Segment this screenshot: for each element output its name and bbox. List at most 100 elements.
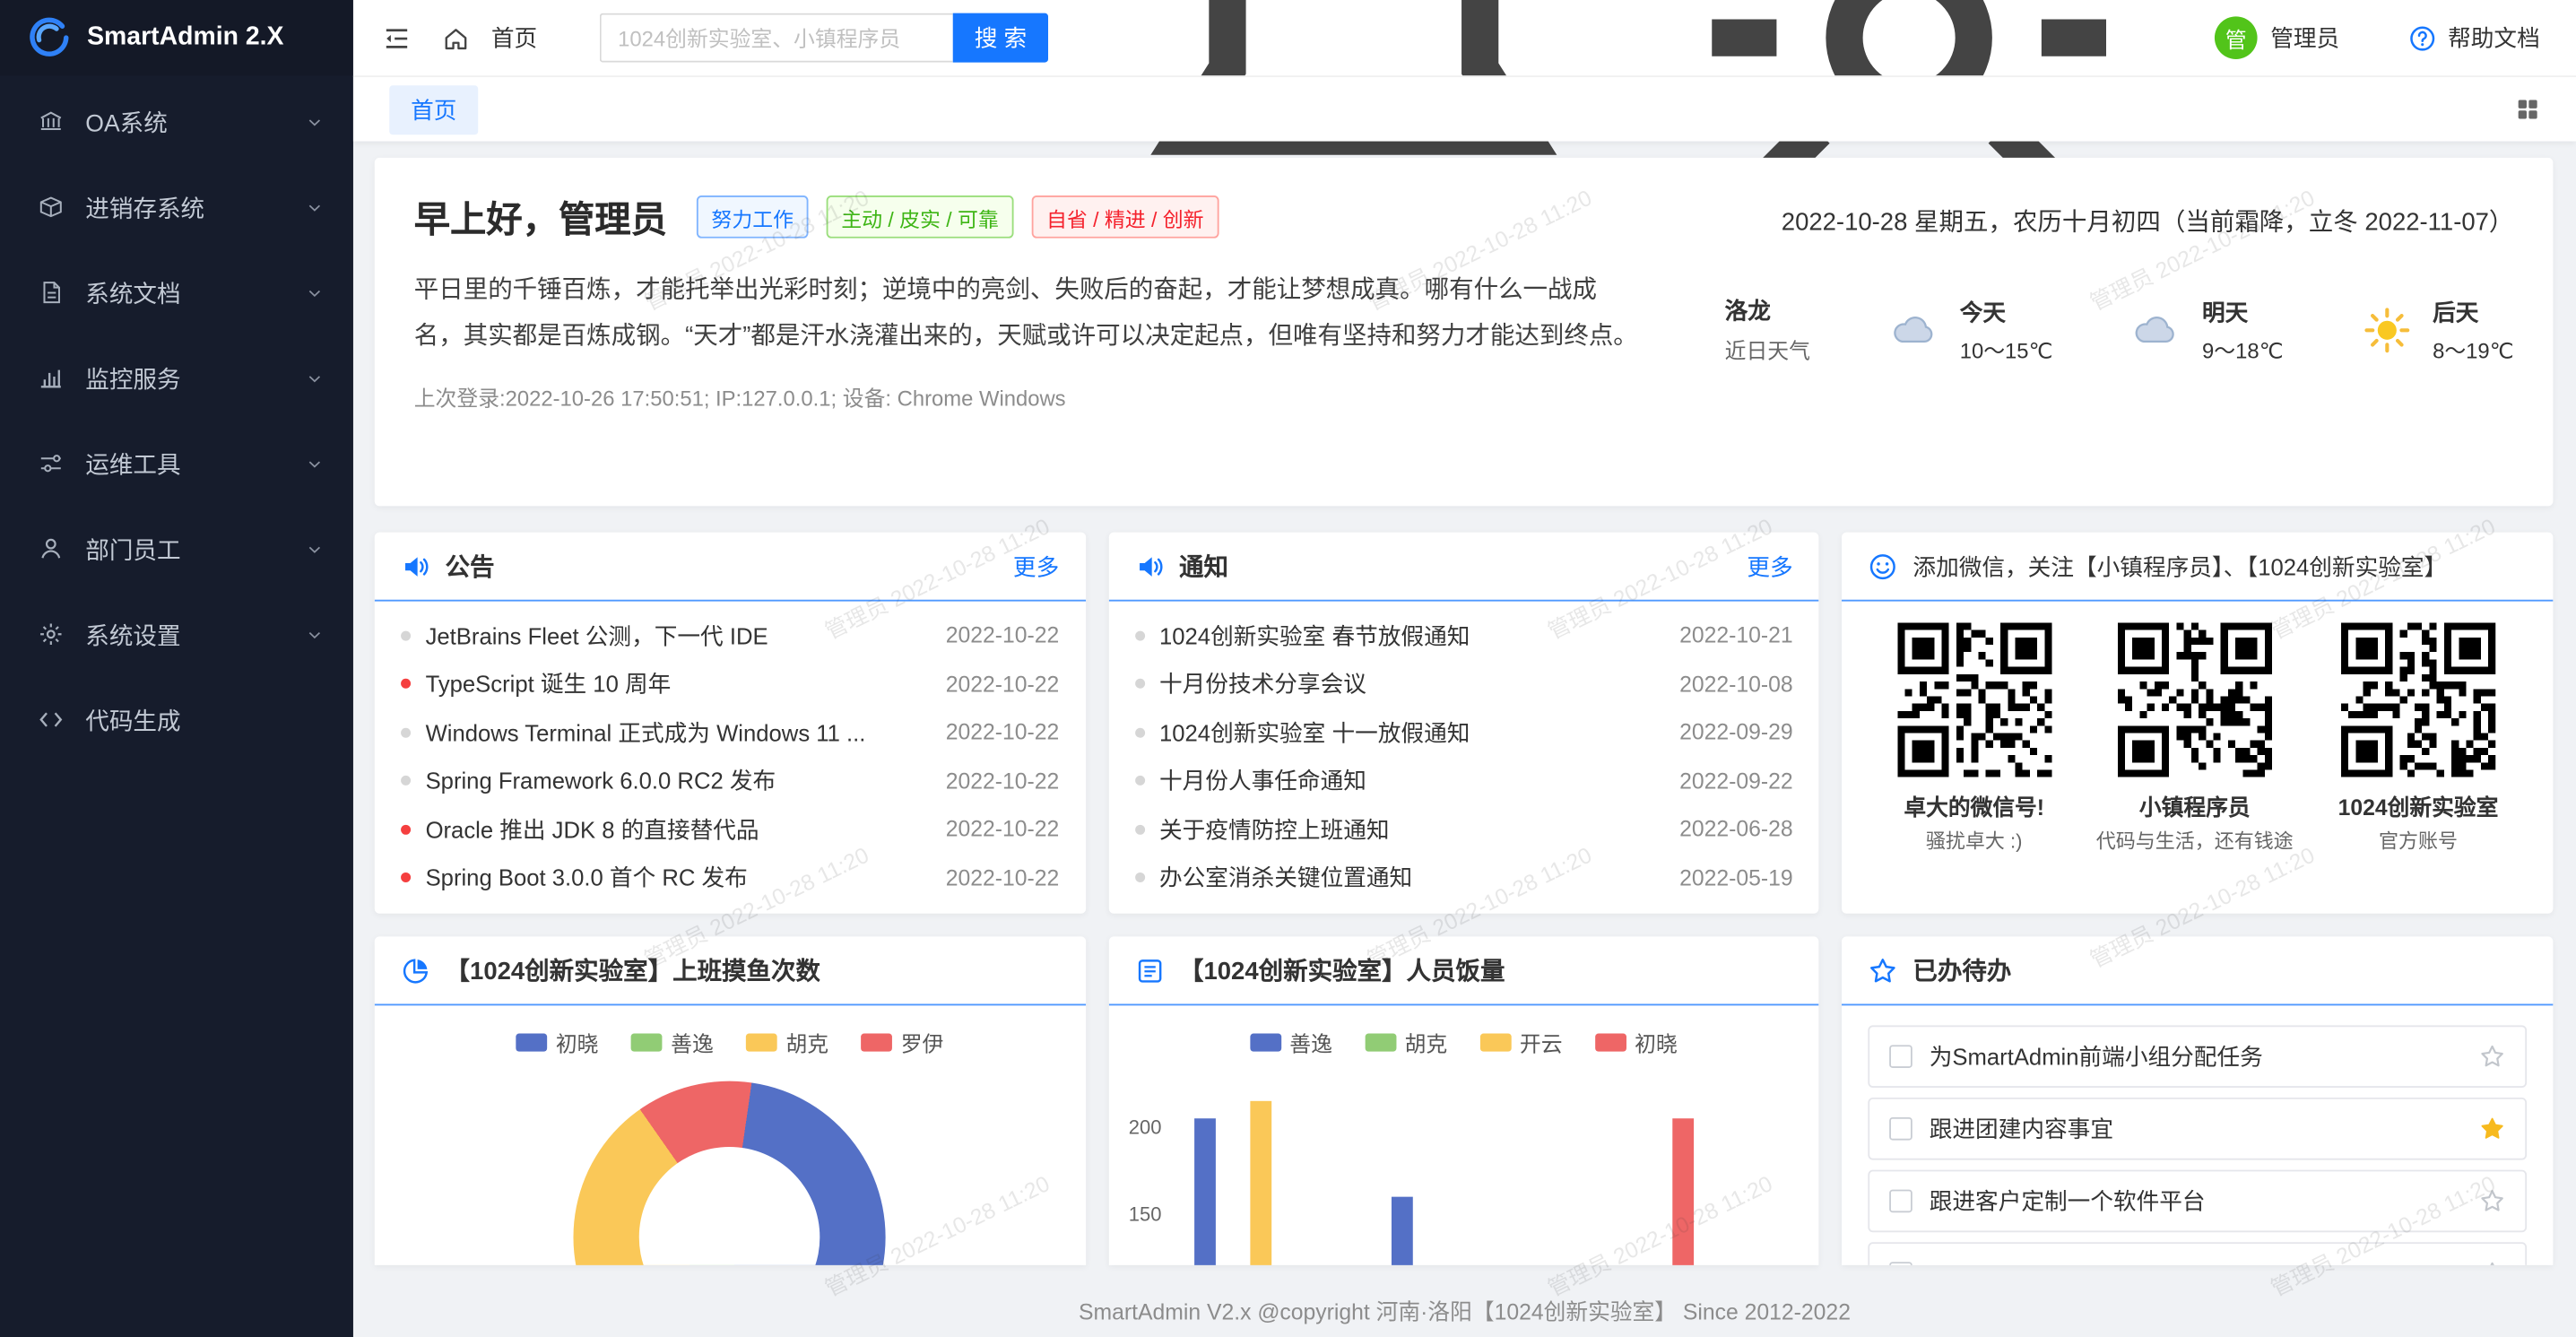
bar-chart: 200150: [1108, 1064, 1819, 1265]
legend-item[interactable]: 善逸: [631, 1026, 714, 1057]
logo[interactable]: SmartAdmin 2.X: [0, 0, 353, 75]
qr-desc: 官方账号: [2338, 827, 2499, 855]
todo-checkbox[interactable]: [1890, 1262, 1913, 1265]
sidebar-item[interactable]: 监控服务: [0, 335, 353, 421]
bullet-dot: [1135, 824, 1145, 834]
sidebar-collapse-icon[interactable]: [383, 24, 411, 52]
welcome-tag: 努力工作: [697, 195, 809, 239]
todo-item[interactable]: 跟进客户定制一个软件平台: [1869, 1170, 2527, 1233]
svg-text:200: 200: [1128, 1116, 1161, 1138]
notice-item[interactable]: 关于疫情防控上班通知 2022-06-28: [1135, 805, 1793, 854]
announcement-item[interactable]: Windows Terminal 正式成为 Windows 11 ... 202…: [401, 708, 1059, 757]
announcement-item-text: Oracle 推出 JDK 8 的直接替代品: [426, 813, 932, 846]
chevron-down-icon: [306, 455, 324, 473]
weather-day-label: 今天: [1960, 295, 2053, 328]
notice-title: 通知: [1179, 549, 1228, 583]
weather-city: 洛龙: [1725, 294, 1810, 327]
announcement-item-text: JetBrains Fleet 公测，下一代 IDE: [426, 619, 932, 652]
sidebar-item[interactable]: 部门员工: [0, 506, 353, 591]
main-column: 首页 搜 索 12 管 管理员 帮助文档 首页: [353, 0, 2576, 1337]
qr-code: [2118, 622, 2272, 777]
weather-subtitle: 近日天气: [1725, 334, 1810, 365]
todo-checkbox[interactable]: [1890, 1117, 1913, 1141]
avatar[interactable]: 管: [2215, 16, 2258, 59]
sidebar-item-label: 系统文档: [85, 275, 306, 309]
sidebar-item[interactable]: 系统文档: [0, 250, 353, 335]
search-button[interactable]: 搜 索: [953, 13, 1048, 63]
sidebar-item[interactable]: 代码生成: [0, 677, 353, 762]
qr-desc: 骚扰卓大 :): [1897, 827, 2051, 855]
bullet-dot: [401, 727, 411, 737]
notice-header: 通知 更多: [1108, 533, 1819, 602]
legend-item[interactable]: 初晓: [1595, 1026, 1678, 1057]
notice-item[interactable]: 办公室消杀关键位置通知 2022-05-19: [1135, 854, 1793, 902]
announcement-item[interactable]: Oracle 推出 JDK 8 的直接替代品 2022-10-22: [401, 805, 1059, 854]
question-icon: [2408, 24, 2436, 52]
legend-item[interactable]: 胡克: [746, 1026, 828, 1057]
notice-item-text: 1024创新实验室 春节放假通知: [1159, 619, 1665, 652]
sidebar-item-label: 进销存系统: [85, 190, 306, 224]
notice-item[interactable]: 1024创新实验室 十一放假通知 2022-09-29: [1135, 708, 1793, 757]
menu-icon: [38, 279, 64, 305]
weather-day-label: 后天: [2433, 295, 2513, 328]
sidebar-item[interactable]: 系统设置: [0, 592, 353, 677]
announcement-item[interactable]: Spring Boot 3.0.0 首个 RC 发布 2022-10-22: [401, 854, 1059, 902]
announcement-more-link[interactable]: 更多: [1013, 550, 1059, 583]
sidebar: SmartAdmin 2.X OA系统 进销存系统 系统文档: [0, 0, 353, 1337]
legend-item[interactable]: 善逸: [1250, 1026, 1332, 1057]
menu-icon: [38, 621, 64, 647]
announcement-list: JetBrains Fleet 公测，下一代 IDE 2022-10-22 Ty…: [375, 602, 1086, 902]
sidebar-item[interactable]: OA系统: [0, 79, 353, 164]
home-icon[interactable]: [442, 24, 470, 52]
sidebar-item-label: 代码生成: [85, 702, 324, 736]
notice-item-text: 十月份技术分享会议: [1159, 667, 1665, 700]
star-filled-icon[interactable]: [2479, 1116, 2505, 1142]
sidebar-item[interactable]: 进销存系统: [0, 164, 353, 249]
notice-item[interactable]: 1024创新实验室 春节放假通知 2022-10-21: [1135, 612, 1793, 660]
layout-grid-icon[interactable]: [2515, 97, 2539, 121]
breadcrumb[interactable]: 首页: [491, 22, 537, 55]
star-icon[interactable]: [2479, 1044, 2505, 1070]
welcome-tag: 主动 / 皮实 / 可靠: [827, 195, 1014, 239]
legend-item[interactable]: 初晓: [516, 1026, 599, 1057]
notice-more-link[interactable]: 更多: [1747, 550, 1792, 583]
star-icon[interactable]: [2479, 1260, 2505, 1264]
help-link[interactable]: 帮助文档: [2408, 22, 2540, 55]
menu-icon: [38, 365, 64, 391]
weather-panel: 洛龙 近日天气 今天 10～15℃: [1725, 294, 2514, 365]
todo-item-label: 为SmartAdmin前端小组分配任务: [1930, 1040, 2479, 1073]
tab-home[interactable]: 首页: [389, 84, 478, 134]
todo-checkbox[interactable]: [1890, 1190, 1913, 1213]
content-area: 管理员 2022-10-28 11:20管理员 2022-10-28 11:20…: [353, 142, 2576, 1337]
announcement-item-text: Spring Boot 3.0.0 首个 RC 发布: [426, 862, 932, 895]
star-icon[interactable]: [2479, 1188, 2505, 1214]
weather-day: 明天 9～18℃: [2125, 295, 2283, 364]
notice-item[interactable]: 十月份技术分享会议 2022-10-08: [1135, 660, 1793, 708]
donut-chart: [574, 1081, 886, 1265]
star-icon: [1869, 955, 1898, 985]
todo-title: 已办待办: [1912, 953, 2011, 987]
footer-copyright: SmartAdmin V2.x @copyright 河南·洛阳【1024创新实…: [353, 1293, 2576, 1326]
notice-item[interactable]: 十月份人事任命通知 2022-09-22: [1135, 757, 1793, 805]
legend-item[interactable]: 胡克: [1366, 1026, 1448, 1057]
bullet-dot: [401, 776, 411, 786]
announcement-item[interactable]: Spring Framework 6.0.0 RC2 发布 2022-10-22: [401, 757, 1059, 805]
todo-item[interactable]: 为SmartAdmin前端小组分配任务: [1869, 1025, 2527, 1088]
qr-name: 卓大的微信号!: [1897, 789, 2051, 822]
announcement-item[interactable]: TypeScript 诞生 10 周年 2022-10-22: [401, 660, 1059, 708]
legend-item[interactable]: 开云: [1480, 1026, 1563, 1057]
announcement-title: 公告: [446, 549, 495, 583]
announcement-item[interactable]: JetBrains Fleet 公测，下一代 IDE 2022-10-22: [401, 612, 1059, 660]
todo-item[interactable]: [1869, 1242, 2527, 1265]
bullet-dot: [401, 630, 411, 640]
meals-chart-card: 【1024创新实验室】人员饭量 善逸胡克开云初晓 200150: [1108, 936, 1819, 1264]
search-box: 搜 索: [600, 13, 1048, 63]
fishing-chart-header: 【1024创新实验室】上班摸鱼次数: [375, 936, 1086, 1005]
user-name[interactable]: 管理员: [2270, 22, 2339, 55]
bullet-dot: [1135, 630, 1145, 640]
todo-item[interactable]: 跟进团建内容事宜: [1869, 1098, 2527, 1160]
sidebar-item[interactable]: 运维工具: [0, 421, 353, 506]
search-input[interactable]: [600, 13, 953, 63]
todo-checkbox[interactable]: [1890, 1045, 1913, 1068]
legend-item[interactable]: 罗伊: [862, 1026, 944, 1057]
